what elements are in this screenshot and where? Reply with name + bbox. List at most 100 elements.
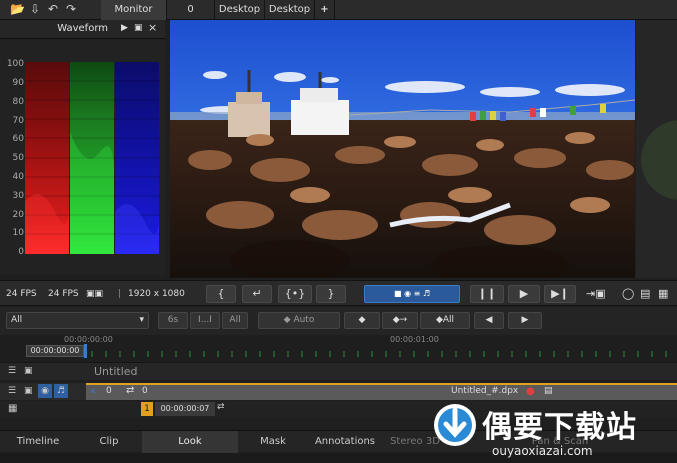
range-button[interactable]: I...I	[190, 312, 220, 329]
eye-icon[interactable]: ◯	[622, 287, 634, 300]
right-panel	[636, 20, 677, 278]
play-arrow-icon[interactable]: ▶	[121, 23, 128, 33]
close-icon[interactable]: ×	[148, 21, 157, 34]
step-forward-button[interactable]: ▶❙	[544, 285, 576, 303]
pause-button[interactable]: ❙❙	[470, 285, 504, 303]
prev-key-button[interactable]: ◀	[474, 312, 504, 329]
auto-button[interactable]: ◆ Auto	[258, 312, 340, 329]
tick-label: 100	[6, 59, 24, 69]
scope-edge	[636, 20, 677, 278]
6s-button[interactable]: 6s	[158, 312, 188, 329]
watermark: 偶要下载站 ouyaoxiazai.com	[420, 400, 677, 463]
image-viewer[interactable]	[170, 20, 635, 278]
tab-timeline[interactable]: Timeline	[0, 431, 76, 453]
watermark-logo-icon	[434, 404, 476, 446]
viewer-image	[170, 20, 635, 278]
video-track: ☰ ▣ ◉ ♬ « 0 ⇄ 0 Untitled_#.dpx ● ▤	[0, 383, 677, 400]
in-point-button[interactable]: {	[206, 285, 236, 303]
crop-icon[interactable]: ⇥▣	[586, 287, 606, 300]
tick-label: 20	[12, 210, 24, 220]
waveform-panel-header: Waveform ▶ ▣ ×	[0, 20, 165, 39]
redo-icon[interactable]: ↷	[64, 3, 78, 16]
watermark-text: 偶要下载站	[482, 410, 637, 445]
tab-desktop-2[interactable]: Desktop	[265, 0, 315, 20]
waveform-scope: 100 90 80 70 60 50 40 30 20 10 0	[0, 40, 165, 275]
film-icon: ▦	[8, 403, 18, 414]
timeline-ruler[interactable]: 00:00:00:00 00:00:01:00 00:00:00:00	[0, 335, 677, 359]
track-number: 0	[106, 386, 112, 396]
rewind-icon[interactable]: «	[90, 386, 96, 397]
slip-icon[interactable]: ⇄	[217, 402, 225, 412]
fps-value: 24 FPS	[48, 289, 79, 299]
add-key-button[interactable]: ◆	[344, 312, 380, 329]
monitor-icon[interactable]: ▣▣	[86, 289, 103, 299]
clip-index: 1	[141, 402, 153, 416]
tab-look[interactable]: Look	[142, 431, 238, 453]
delete-key-button[interactable]: ◆→	[382, 312, 418, 329]
fps-label: 24 FPS	[6, 289, 37, 299]
tab-annotations[interactable]: Annotations	[308, 431, 382, 453]
out-point-button[interactable]: }	[316, 285, 346, 303]
in-out-button[interactable]: {•}	[278, 285, 312, 303]
tick-label: 40	[12, 172, 24, 182]
watermark-url: ouyaoxiazai.com	[492, 444, 593, 458]
audio-controls[interactable]: ■ ◉ ≡ ♬	[364, 285, 460, 303]
undo-icon[interactable]: ↶	[46, 3, 60, 16]
key-all-label: All	[442, 315, 455, 325]
color-wheel-icon[interactable]: ●	[526, 386, 535, 397]
tick-label: 80	[12, 97, 24, 107]
audio-icon[interactable]: ♬	[54, 384, 68, 398]
chevron-down-icon: ▾	[139, 315, 144, 325]
key-all-button[interactable]: ◆All	[420, 312, 470, 329]
tab-monitor[interactable]: Monitor	[101, 0, 167, 20]
layout-icon[interactable]: ▤	[640, 287, 650, 300]
track-toggle-icon[interactable]: ☰	[8, 386, 16, 396]
lock-icon[interactable]: ▣	[24, 366, 33, 376]
waveform-graph	[25, 62, 160, 254]
tick-label: 70	[12, 116, 24, 126]
lock-icon[interactable]: ▣	[24, 386, 33, 396]
visibility-icon[interactable]: ◉	[38, 384, 52, 398]
save-icon[interactable]: ⇩	[28, 3, 42, 16]
add-tab-icon[interactable]: +	[315, 0, 335, 20]
tick-label: 30	[12, 191, 24, 201]
track-toggle-icon[interactable]: ☰	[8, 366, 16, 376]
tick-label: 60	[12, 134, 24, 144]
timeline-controls: All ▾ 6s I...I All ◆ Auto ◆ ◆→ ◆All ◀ ▶	[0, 307, 677, 335]
resolution-label: 1920 x 1080	[128, 289, 185, 299]
open-folder-icon[interactable]: 📂	[10, 3, 25, 16]
tab-clip[interactable]: Clip	[76, 431, 142, 453]
clip-value: 0	[142, 386, 148, 396]
playhead[interactable]	[84, 344, 87, 358]
track-header: ☰ ▣ Untitled	[0, 362, 677, 380]
ruler-ticks	[91, 351, 667, 357]
time-mark: 00:00:01:00	[390, 335, 439, 344]
clip-info-icon[interactable]: ▤	[544, 386, 553, 396]
play-button[interactable]: ▶	[508, 285, 540, 303]
app-window: 📂 ⇩ ↶ ↷ Monitor 0 Desktop Desktop + Wave…	[0, 0, 677, 463]
tab-0[interactable]: 0	[167, 0, 215, 20]
auto-label: Auto	[293, 315, 315, 325]
slip-icon[interactable]: ⇄	[126, 385, 134, 396]
tick-label: 50	[12, 153, 24, 163]
clip-duration: 00:00:00:07	[155, 402, 215, 416]
lock-icon[interactable]: ▣	[134, 23, 143, 33]
current-time[interactable]: 00:00:00:00	[26, 345, 84, 357]
waveform-title: Waveform	[57, 23, 108, 34]
tab-desktop-1[interactable]: Desktop	[215, 0, 265, 20]
tab-mask[interactable]: Mask	[238, 431, 308, 453]
go-to-in-button[interactable]: ↵	[242, 285, 272, 303]
time-start: 00:00:00:00	[64, 335, 113, 344]
tick-label: 10	[12, 228, 24, 238]
clip-filename: Untitled_#.dpx	[451, 386, 519, 396]
fullscreen-icon[interactable]: ▦	[658, 287, 668, 300]
playback-bar: 24 FPS 24 FPS ▣▣ | 1920 x 1080 { ↵ {•} }…	[0, 280, 677, 306]
top-toolbar: 📂 ⇩ ↶ ↷ Monitor 0 Desktop Desktop +	[0, 0, 677, 20]
all-button[interactable]: All	[222, 312, 248, 329]
track-clip[interactable]: « 0 ⇄ 0 Untitled_#.dpx ● ▤	[86, 383, 677, 400]
tick-label: 0	[18, 247, 24, 257]
next-key-button[interactable]: ▶	[508, 312, 542, 329]
filter-select[interactable]: All ▾	[6, 312, 149, 329]
tick-label: 90	[12, 78, 24, 88]
track-title: Untitled	[94, 365, 138, 378]
